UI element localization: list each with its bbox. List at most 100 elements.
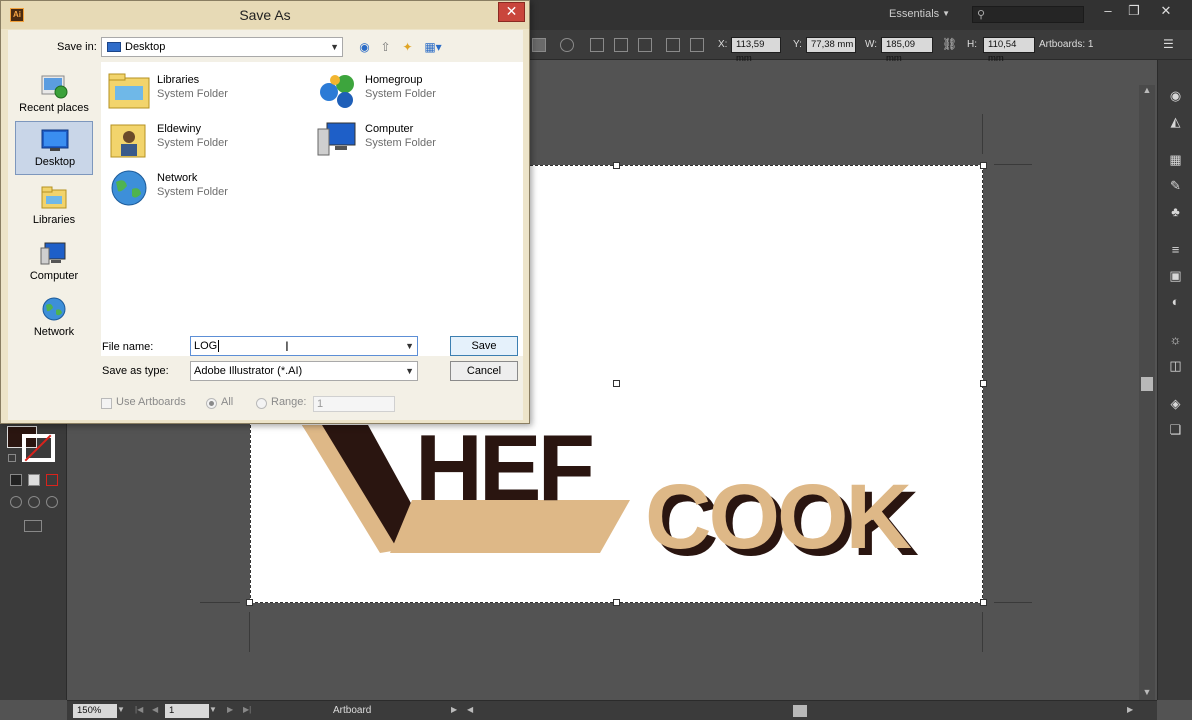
place-desktop[interactable]: Desktop xyxy=(15,121,93,175)
artboard-dropdown-icon[interactable]: ▼ xyxy=(209,705,217,714)
crop-mark xyxy=(200,602,240,603)
status-menu-icon[interactable]: ▶ xyxy=(451,705,457,714)
desktop-icon xyxy=(41,129,69,151)
last-artboard-icon[interactable]: ▶| xyxy=(243,705,251,714)
resize-handle-right[interactable] xyxy=(980,380,987,387)
resize-handle-bottom[interactable] xyxy=(613,599,620,606)
use-artboards-checkbox[interactable] xyxy=(101,398,112,409)
place-recent-places[interactable]: Recent places xyxy=(15,68,93,122)
scroll-down-icon[interactable]: ▼ xyxy=(1142,687,1152,697)
vertical-scrollbar[interactable]: ▲ ▼ xyxy=(1139,85,1155,700)
transparency-icon[interactable]: ◐ xyxy=(1168,294,1183,309)
file-item-computer[interactable]: Computer System Folder xyxy=(311,117,511,161)
panel-menu-icon[interactable]: ☰ xyxy=(1163,37,1174,51)
distribute-icon[interactable] xyxy=(666,38,680,52)
file-item-eldewiny[interactable]: Eldewiny System Folder xyxy=(103,117,303,161)
align-center-icon[interactable] xyxy=(638,38,652,52)
range-radio[interactable] xyxy=(256,398,267,409)
computer-icon xyxy=(317,122,356,156)
file-name-input[interactable]: LOG ▼ xyxy=(190,336,418,356)
artboard-number-field[interactable]: 1 xyxy=(165,704,209,718)
reference-point-icon[interactable] xyxy=(590,38,604,52)
resize-handle-top[interactable] xyxy=(613,162,620,169)
new-folder-icon[interactable]: ✦ xyxy=(400,40,415,55)
up-folder-icon[interactable]: ⇧ xyxy=(378,40,393,55)
range-input[interactable]: 1 xyxy=(313,396,395,412)
color-guide-icon[interactable]: ◭ xyxy=(1168,114,1183,129)
resize-handle-bottom-right[interactable] xyxy=(980,599,987,606)
save-in-dropdown[interactable]: Desktop ▼ xyxy=(101,37,343,57)
y-label: Y: xyxy=(793,39,802,50)
status-mode-label[interactable]: Artboard xyxy=(333,705,371,716)
resize-handle-bottom-left[interactable] xyxy=(246,599,253,606)
file-item-libraries[interactable]: Libraries System Folder xyxy=(103,68,303,112)
resize-handle-center[interactable] xyxy=(613,380,620,387)
minimize-button[interactable]: – xyxy=(1094,2,1122,20)
gradient-mode-icon[interactable] xyxy=(28,474,40,486)
vertical-scroll-thumb[interactable] xyxy=(1141,377,1153,391)
back-icon[interactable]: ◉ xyxy=(357,40,372,55)
brushes-icon[interactable]: ✎ xyxy=(1168,178,1183,193)
dialog-title-bar[interactable]: Ai Save As ✕ xyxy=(1,1,529,29)
scroll-left-icon[interactable]: ◀ xyxy=(467,705,473,714)
help-search-input[interactable]: ⚲ xyxy=(972,6,1084,23)
save-button[interactable]: Save xyxy=(450,336,518,356)
place-label: Recent places xyxy=(19,102,89,114)
network-globe-icon xyxy=(42,297,66,321)
first-artboard-icon[interactable]: |◀ xyxy=(135,705,143,714)
default-colors-icon[interactable] xyxy=(8,454,16,462)
symbols-icon[interactable]: ♣ xyxy=(1168,204,1183,219)
view-menu-icon[interactable]: ▦▾ xyxy=(422,40,444,55)
transform-icon[interactable] xyxy=(560,38,574,52)
swatches-icon[interactable]: ▦ xyxy=(1168,152,1183,167)
gradient-panel-icon[interactable]: ▣ xyxy=(1168,268,1183,283)
prev-artboard-icon[interactable]: ◀ xyxy=(152,705,158,714)
save-as-type-dropdown[interactable]: Adobe Illustrator (*.AI) ▼ xyxy=(190,361,418,381)
place-computer[interactable]: Computer xyxy=(15,236,93,290)
grid-icon[interactable] xyxy=(690,38,704,52)
scroll-right-icon[interactable]: ▶ xyxy=(1127,705,1133,714)
artboards-panel-icon[interactable]: ❏ xyxy=(1168,422,1183,437)
horizontal-scroll-thumb[interactable] xyxy=(793,705,807,717)
next-artboard-icon[interactable]: ▶ xyxy=(227,705,233,714)
resize-handle-top-right[interactable] xyxy=(980,162,987,169)
w-field[interactable]: 185,09 mm xyxy=(881,37,933,64)
computer-icon xyxy=(40,242,66,265)
cancel-button[interactable]: Cancel xyxy=(450,361,518,381)
file-item-homegroup[interactable]: Homegroup System Folder xyxy=(311,68,511,112)
layers-icon[interactable]: ◈ xyxy=(1168,396,1183,411)
screen-mode-icon[interactable] xyxy=(24,520,42,532)
scroll-up-icon[interactable]: ▲ xyxy=(1142,85,1152,95)
status-bar: 150% ▼ |◀ ◀ 1 ▼ ▶ ▶| Artboard ▶ ◀ ▶ xyxy=(67,700,1157,720)
x-field[interactable]: 113,59 mm xyxy=(731,37,781,64)
close-app-button[interactable]: ✕ xyxy=(1152,2,1180,20)
color-mode-icon[interactable] xyxy=(10,474,22,486)
h-field[interactable]: 110,54 mm xyxy=(983,37,1035,64)
place-libraries[interactable]: Libraries xyxy=(15,180,93,234)
graphic-styles-icon[interactable]: ◫ xyxy=(1168,358,1183,373)
draw-inside-icon[interactable] xyxy=(46,496,58,508)
align-left-icon[interactable] xyxy=(614,38,628,52)
dialog-close-button[interactable]: ✕ xyxy=(498,2,525,22)
draw-behind-icon[interactable] xyxy=(28,496,40,508)
place-network[interactable]: Network xyxy=(15,292,93,346)
y-field[interactable]: 77,38 mm xyxy=(806,37,856,53)
draw-normal-icon[interactable] xyxy=(10,496,22,508)
align-icon[interactable] xyxy=(532,38,546,52)
file-item-network[interactable]: Network System Folder xyxy=(103,166,303,210)
file-list-view[interactable]: Libraries System Folder Homegroup System… xyxy=(101,62,523,356)
zoom-level-field[interactable]: 150% xyxy=(73,704,117,718)
none-mode-icon[interactable] xyxy=(46,474,58,486)
stroke-color-swatch[interactable] xyxy=(22,434,55,462)
all-radio[interactable] xyxy=(206,398,217,409)
chevron-down-icon: ▼ xyxy=(942,9,950,18)
chevron-down-icon[interactable]: ▼ xyxy=(405,337,414,355)
stroke-panel-icon[interactable]: ≡ xyxy=(1168,242,1183,257)
link-icon[interactable]: ⛓ xyxy=(942,37,957,51)
zoom-dropdown-icon[interactable]: ▼ xyxy=(117,705,125,714)
libraries-icon xyxy=(41,186,67,209)
workspace-switcher[interactable]: Essentials ▼ xyxy=(880,4,956,24)
color-panel-icon[interactable]: ◉ xyxy=(1168,88,1183,103)
maximize-button[interactable]: ❐ xyxy=(1120,2,1148,20)
appearance-icon[interactable]: ☼ xyxy=(1168,332,1183,347)
